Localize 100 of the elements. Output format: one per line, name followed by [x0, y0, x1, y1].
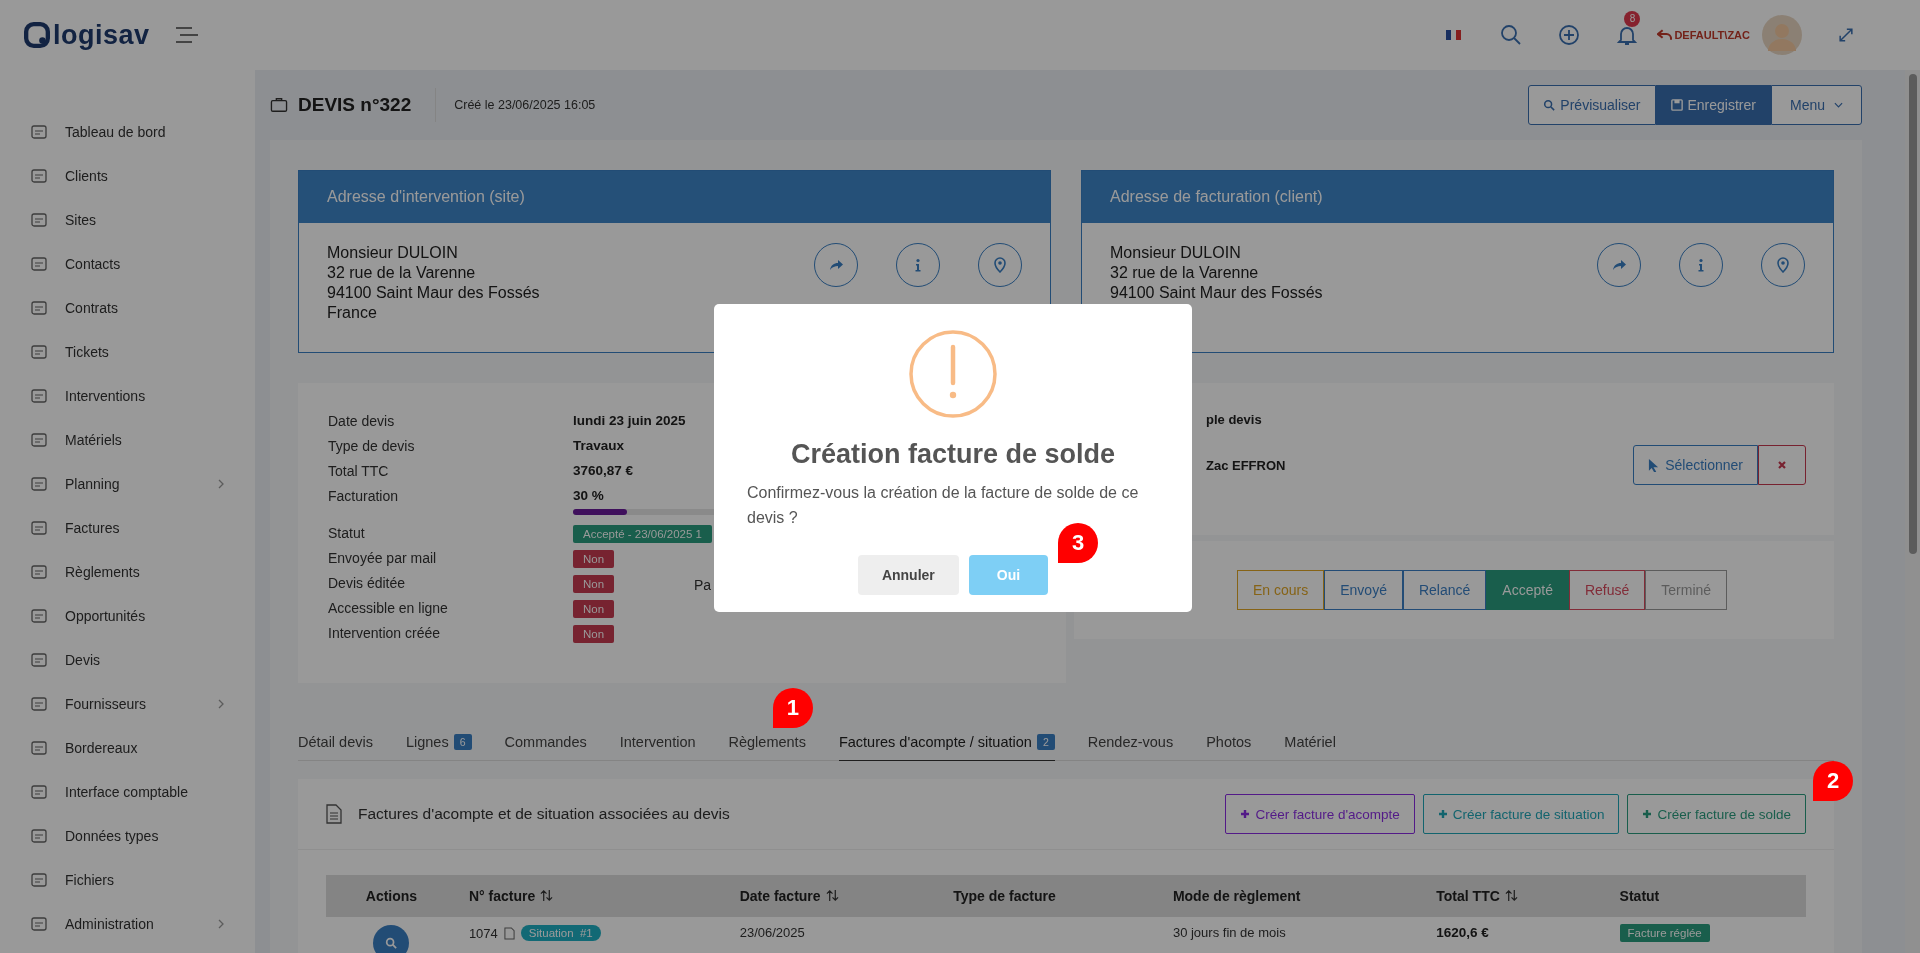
tab[interactable]: Intervention	[619, 728, 696, 761]
sidebar-item[interactable]: Sites	[65, 212, 97, 228]
detail-label: Total TTC	[328, 463, 390, 479]
sidebar-item[interactable]: Contacts	[65, 256, 121, 272]
create-invoice-button[interactable]: Créer facture d'acompte	[1225, 794, 1415, 834]
dialog-title: Création facture de solde	[790, 439, 1116, 470]
user-name[interactable]: DEFAULT\ZAC	[1674, 29, 1750, 41]
status-step[interactable]: Refusé	[1568, 570, 1646, 610]
save-button[interactable]: Enregistrer	[1655, 85, 1771, 125]
table-cell: 30 jours fin de mois	[1172, 925, 1286, 940]
tab[interactable]: Photos	[1206, 728, 1252, 761]
table-cell: 1620,6 €	[1436, 925, 1489, 940]
tab[interactable]: Lignes 6	[405, 728, 472, 761]
column-header: Mode de règlement	[1160, 875, 1425, 917]
sidebar-item[interactable]: Devis	[65, 652, 100, 668]
notification-count: 8	[1624, 11, 1641, 27]
square-icon	[30, 783, 48, 801]
address-line: 32 rue de la Varenne	[327, 263, 477, 283]
share-button[interactable]	[814, 243, 858, 287]
clear-button[interactable]	[1758, 445, 1806, 485]
sidebar-item[interactable]: Données types	[65, 828, 159, 844]
sort-icon[interactable]	[1504, 889, 1518, 902]
return-arrow-icon[interactable]	[1657, 29, 1673, 41]
sidebar-item[interactable]: Factures	[65, 520, 120, 536]
address-line: Monsieur DULOIN	[1110, 243, 1242, 263]
info-button[interactable]	[1679, 243, 1723, 287]
square-icon	[30, 343, 48, 361]
select-button[interactable]: Sélectionner	[1633, 445, 1758, 485]
detail-label: Devis éditée	[328, 575, 407, 591]
square-icon	[30, 475, 48, 493]
sidebar-item[interactable]: Opportunités	[65, 608, 146, 624]
card-title: Adresse d'intervention (site)	[327, 188, 525, 206]
status-step[interactable]: Accepté	[1486, 570, 1569, 610]
square-icon	[30, 211, 48, 229]
square-icon	[30, 299, 48, 317]
detail-label: Date devis	[328, 413, 396, 429]
square-icon	[30, 827, 48, 845]
detail-label: Type de devis	[328, 438, 416, 454]
detail-value: lundi 23 juin 2025	[573, 413, 686, 428]
address-line: 32 rue de la Varenne	[1110, 263, 1260, 283]
detail-value: 30 %	[573, 488, 604, 503]
sidebar-item[interactable]: Administration	[65, 916, 154, 932]
scrollbar[interactable]	[1905, 70, 1920, 953]
tab[interactable]: Commandes	[504, 728, 587, 761]
sidebar-item[interactable]: Tickets	[65, 344, 109, 360]
square-icon	[30, 255, 48, 273]
sort-icon[interactable]	[825, 889, 839, 902]
square-icon	[30, 871, 48, 889]
detail-label: Statut	[328, 525, 366, 541]
info-button[interactable]	[896, 243, 940, 287]
tab[interactable]: Rendez-vous	[1087, 728, 1174, 761]
created-date: Créé le 23/06/2025 16:05	[454, 98, 596, 112]
sidebar-item[interactable]: Fournisseurs	[65, 696, 146, 712]
sort-icon[interactable]	[540, 889, 554, 902]
view-button[interactable]	[373, 925, 410, 953]
tab[interactable]: Matériel	[1284, 728, 1336, 761]
table-cell: 1074	[468, 925, 498, 941]
square-icon	[30, 123, 48, 141]
square-icon	[30, 651, 48, 669]
status-badge: Non	[573, 600, 615, 618]
flag-icon[interactable]	[1446, 30, 1462, 40]
plus-icon	[1437, 809, 1448, 819]
table-cell: 23/06/2025	[739, 925, 805, 940]
status-step[interactable]: Envoyé	[1324, 570, 1403, 610]
detail-value: Travaux	[573, 438, 625, 453]
status-step[interactable]: Relancé	[1402, 570, 1487, 610]
section-title: Factures d'acompte et de situation associées au devis	[358, 805, 730, 823]
sidebar-item[interactable]: Contrats	[65, 300, 118, 316]
warning-icon	[908, 329, 998, 419]
sidebar-item[interactable]: Clients	[65, 168, 108, 184]
document-icon	[326, 804, 342, 824]
sidebar-item[interactable]: Interface comptable	[65, 784, 188, 800]
location-button[interactable]	[978, 243, 1022, 287]
sidebar-item[interactable]: Règlements	[65, 564, 140, 580]
detail-label: Envoyée par mail	[328, 550, 438, 566]
share-button[interactable]	[1597, 243, 1641, 287]
sidebar-item[interactable]: Planning	[65, 476, 120, 492]
responsible-name: Zac EFFRON	[1206, 457, 1286, 473]
sidebar-item[interactable]: Interventions	[65, 388, 146, 404]
pdf-file-icon[interactable]	[503, 926, 515, 940]
menu-button[interactable]: Menu	[1770, 85, 1862, 125]
detail-label: Facturation	[328, 488, 400, 504]
address-line: 94100 Saint Maur des Fossés	[1110, 283, 1324, 303]
add-icon[interactable]	[1557, 23, 1582, 47]
square-icon	[30, 563, 48, 581]
type-tag: Situation #1	[520, 925, 601, 941]
sidebar-item[interactable]: Fichiers	[65, 872, 114, 888]
sidebar-item[interactable]: Bordereaux	[65, 740, 138, 756]
preview-button[interactable]: Prévisualiser	[1528, 85, 1656, 125]
address-line: 94100 Saint Maur des Fossés	[327, 283, 541, 303]
caret-icon	[1834, 102, 1843, 108]
sidebar-item[interactable]: Matériels	[65, 432, 122, 448]
page-title: DEVIS n°322	[298, 94, 412, 116]
cancel-button[interactable]: Annuler	[857, 555, 959, 595]
menu-icon[interactable]	[173, 25, 200, 45]
sidebar-item[interactable]: Tableau de bord	[65, 124, 166, 140]
location-button[interactable]	[1761, 243, 1805, 287]
square-icon	[30, 607, 48, 625]
expand-icon[interactable]	[1836, 25, 1856, 45]
tab[interactable]: Détail devis	[298, 728, 373, 761]
